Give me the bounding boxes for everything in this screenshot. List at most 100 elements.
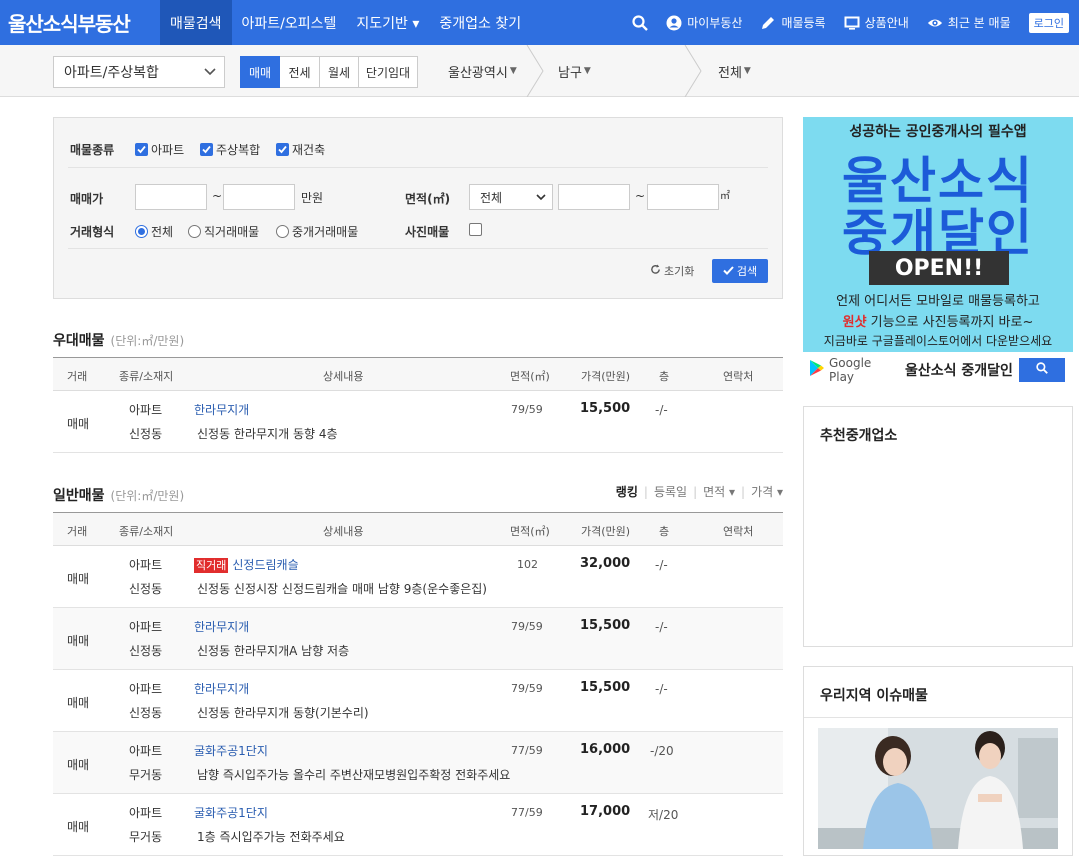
search-button-label: 검색 (736, 265, 758, 278)
row-name-link[interactable]: 한라무지개 (194, 618, 249, 635)
deal-type-sale[interactable]: 매매 (240, 56, 280, 88)
table-row[interactable]: 매매 아파트 신정동 직거래 신정드림캐슬 신정동 신정시장 신정드림캐슬 매매 … (53, 546, 783, 608)
district-select[interactable]: 남구 ▼ (558, 45, 591, 97)
nav-item-apartment-officetel[interactable]: 아파트/오피스텔 (232, 0, 347, 45)
general-title: 일반매물 (53, 488, 105, 504)
property-type-select[interactable]: 아파트/주상복합 (53, 56, 225, 88)
table-row[interactable]: 매매 아파트 신정동 한라무지개 신정동 한라무지개 동향 4층 79/59 1… (53, 391, 783, 453)
row-name-link[interactable]: 굴화주공1단지 (194, 742, 268, 759)
register-listing-link[interactable]: 매물등록 (760, 14, 826, 31)
area-select-value: 전체 (480, 190, 503, 205)
divider (68, 167, 768, 168)
row-area: 77/59 (511, 744, 543, 757)
area-select[interactable]: 전체 (469, 184, 553, 210)
trade-direct-label: 직거래매물 (204, 225, 260, 239)
col-detail: 상세내용 (323, 525, 364, 538)
caret-down-icon: ▼ (743, 66, 751, 76)
row-location: 신정동 (129, 427, 163, 441)
caret-down-icon: ▼ (583, 66, 591, 76)
row-description[interactable]: 1층 즉시입주가능 전화주세요 (197, 828, 345, 845)
row-description[interactable]: 남향 즉시입주가능 올수리 주변산재모병원입주확정 전화주세요 (197, 766, 510, 783)
row-description[interactable]: 신정동 한라무지개A 남향 저층 (197, 642, 349, 659)
row-price: 17,000 (580, 804, 631, 819)
row-name-link[interactable]: 한라무지개 (194, 680, 249, 697)
ad-search-box: 울산소식 중개달인 (905, 362, 1013, 379)
search-icon[interactable] (632, 14, 649, 31)
google-play-badge[interactable]: Google Play (803, 356, 899, 384)
sort-price[interactable]: 가격 ▾ (751, 483, 783, 500)
row-name-link[interactable]: 한라무지개 (194, 401, 249, 418)
photo-checkbox[interactable] (469, 223, 482, 236)
sort-date[interactable]: 등록일 (654, 483, 687, 500)
area-min-input[interactable] (558, 184, 630, 210)
radio-selected-icon (135, 225, 148, 238)
search-button[interactable]: 검색 (712, 259, 768, 283)
dong-select[interactable]: 전체 ▼ (718, 45, 751, 97)
trade-all-label: 전체 (151, 225, 174, 239)
deal-type-monthly[interactable]: 월세 (320, 56, 359, 88)
deal-type-short-term[interactable]: 단기임대 (359, 56, 418, 88)
col-price[interactable]: 가격(만원) (581, 368, 630, 384)
row-name-link[interactable]: 직거래 신정드림캐슬 (194, 556, 299, 573)
divider (804, 717, 1072, 718)
row-area: 77/59 (511, 806, 543, 819)
ad-store-bar: Google Play 울산소식 중개달인 (803, 352, 1073, 387)
login-button[interactable]: 로그인 (1028, 12, 1069, 33)
ad-tagline: 성공하는 공인중개사의 필수앱 (849, 124, 1027, 140)
row-deal: 매매 (67, 572, 90, 586)
recent-listings-link[interactable]: 최근 본 매물 (927, 14, 1011, 31)
ad-text-line2-rest: 기능으로 사진등록까지 바로~ (866, 315, 1034, 330)
product-info-link[interactable]: 상품안내 (844, 14, 909, 31)
col-kind: 종류/소재지 (119, 370, 174, 383)
app-ad-banner[interactable]: 성공하는 공인중개사의 필수앱 울산소식 중개달인 OPEN!! 언제 어디서든… (803, 117, 1073, 387)
general-table-header: 거래 종류/소재지 상세내용 면적(㎡) 가격(만원) 층 연락처 (53, 512, 783, 546)
row-description[interactable]: 신정동 신정시장 신정드림캐슬 매매 남향 9층(운수좋은집) (197, 580, 487, 597)
sort-area[interactable]: 면적 ▾ (703, 483, 735, 500)
price-max-input[interactable] (223, 184, 295, 210)
table-row[interactable]: 매매 아파트 무거동 굴화주공1단지 1층 즉시입주가능 전화주세요 77/59… (53, 794, 783, 856)
recommended-agencies-title: 추천중개업소 (820, 428, 898, 444)
table-row[interactable]: 매매 아파트 신정동 한라무지개 신정동 한라무지개A 남향 저층 79/59 … (53, 608, 783, 670)
row-name-link[interactable]: 굴화주공1단지 (194, 804, 268, 821)
kind-rebuild-checkbox[interactable]: 재건축 (276, 141, 325, 158)
nav-item-listing-search[interactable]: 매물검색 (160, 0, 232, 45)
row-description[interactable]: 신정동 한라무지개 동향 4층 (197, 425, 338, 442)
city-select[interactable]: 울산광역시 ▼ (448, 45, 517, 97)
row-location: 신정동 (129, 644, 163, 658)
row-area: 79/59 (511, 682, 543, 695)
row-kind: 아파트 (129, 682, 163, 696)
couple-photo-image (818, 728, 1058, 849)
col-area: 면적(㎡) (510, 370, 550, 383)
row-floor: -/- (655, 403, 668, 417)
nav-item-find-agency[interactable]: 중개업소 찾기 (429, 0, 531, 45)
kind-apartment-checkbox[interactable]: 아파트 (135, 141, 184, 158)
area-unit: ㎡ (720, 191, 730, 202)
row-kind: 아파트 (129, 620, 163, 634)
issue-listing-photo[interactable] (818, 728, 1058, 849)
direct-deal-badge: 직거래 (194, 558, 229, 573)
row-floor: -/- (655, 682, 668, 696)
trade-broker-radio[interactable]: 중개거래매물 (276, 223, 358, 240)
row-kind: 아파트 (129, 403, 163, 417)
city-value: 울산광역시 (448, 65, 508, 81)
sort-rank[interactable]: 랭킹 (616, 483, 638, 500)
nav-item-map[interactable]: 지도기반 ▾ (346, 0, 429, 45)
premium-title: 우대매물 (53, 333, 105, 349)
trade-direct-radio[interactable]: 직거래매물 (188, 223, 259, 240)
divider: | (741, 484, 746, 499)
deal-type-jeonse[interactable]: 전세 (280, 56, 320, 88)
table-row[interactable]: 매매 아파트 무거동 굴화주공1단지 남향 즉시입주가능 올수리 주변산재모병원… (53, 732, 783, 794)
price-min-input[interactable] (135, 184, 207, 210)
ad-search-button[interactable] (1019, 357, 1065, 382)
my-realestate-link[interactable]: 마이부동산 (666, 14, 742, 31)
row-area: 79/59 (511, 620, 543, 633)
row-description[interactable]: 신정동 한라무지개 동향(기본수리) (197, 704, 369, 721)
site-logo[interactable]: 울산소식부동산 (0, 0, 160, 45)
trade-all-radio[interactable]: 전체 (135, 223, 173, 240)
kind-mixed-checkbox[interactable]: 주상복합 (200, 141, 260, 158)
ad-oneshot: 원샷 (842, 315, 867, 330)
area-max-input[interactable] (647, 184, 719, 210)
table-row[interactable]: 매매 아파트 신정동 한라무지개 신정동 한라무지개 동향(기본수리) 79/5… (53, 670, 783, 732)
reset-button[interactable]: 초기화 (650, 263, 694, 279)
row-location: 무거동 (129, 830, 163, 844)
